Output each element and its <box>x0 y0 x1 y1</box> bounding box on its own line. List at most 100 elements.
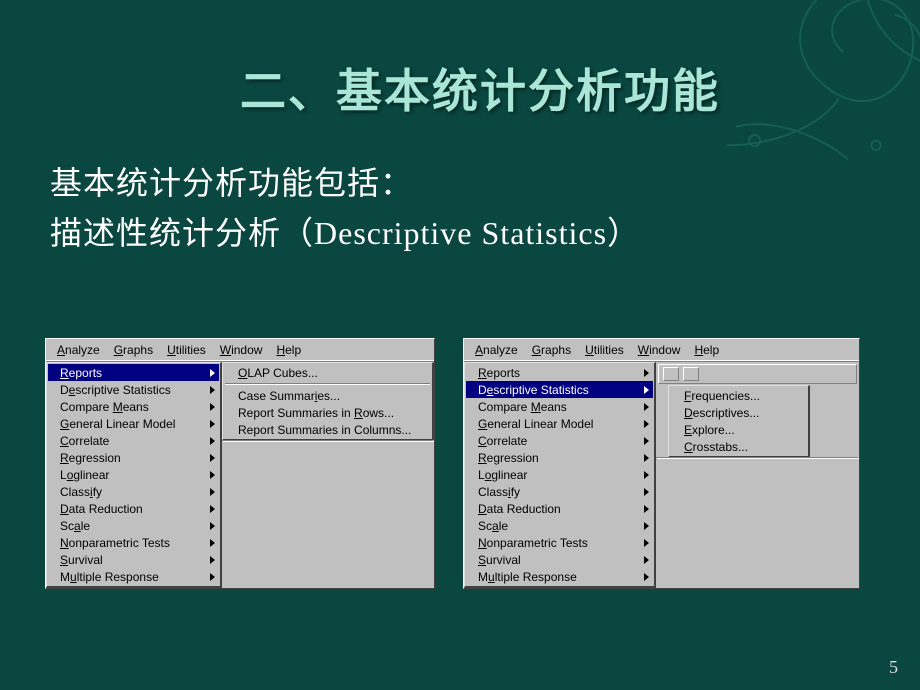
menu-item-survival[interactable]: Survival <box>48 551 219 568</box>
reports-submenu: OLAP Cubes...Case Summaries...Report Sum… <box>222 362 434 441</box>
menu-item-classify[interactable]: Classify <box>466 483 653 500</box>
menu-item-general-linear-model[interactable]: General Linear Model <box>466 415 653 432</box>
menu-item-general-linear-model[interactable]: General Linear Model <box>48 415 219 432</box>
submenu-item-descriptives[interactable]: Descriptives... <box>670 404 807 421</box>
submenu-arrow-icon <box>644 369 649 377</box>
menu-item-regression[interactable]: Regression <box>466 449 653 466</box>
submenu-item-explore[interactable]: Explore... <box>670 421 807 438</box>
submenu-arrow-icon <box>644 556 649 564</box>
submenu-item-label: Report Summaries in Columns... <box>238 423 411 437</box>
submenu-item-report-summaries-in-rows[interactable]: Report Summaries in Rows... <box>224 404 431 421</box>
submenu-item-label: Frequencies... <box>684 389 760 403</box>
submenu-arrow-icon <box>644 471 649 479</box>
menu-item-label: Descriptive Statistics <box>60 383 171 397</box>
menubar-item-graphs[interactable]: Graphs <box>525 341 578 359</box>
submenu-arrow-icon <box>644 522 649 530</box>
submenu-item-olap-cubes[interactable]: OLAP Cubes... <box>224 364 431 381</box>
slide-subtitle: 基本统计分析功能包括： 描述性统计分析（Descriptive Statisti… <box>50 159 860 258</box>
menu-item-label: Classify <box>478 485 520 499</box>
menu-item-label: Compare Means <box>60 400 149 414</box>
submenu-item-label: OLAP Cubes... <box>238 366 318 380</box>
menu-item-correlate[interactable]: Correlate <box>48 432 219 449</box>
submenu-arrow-icon <box>644 505 649 513</box>
menubar-item-help[interactable]: Help <box>687 341 726 359</box>
menu-item-data-reduction[interactable]: Data Reduction <box>466 500 653 517</box>
menu-item-loglinear[interactable]: Loglinear <box>48 466 219 483</box>
menu-item-label: Descriptive Statistics <box>478 383 589 397</box>
menubar-item-analyze[interactable]: Analyze <box>468 341 525 359</box>
menu-item-classify[interactable]: Classify <box>48 483 219 500</box>
menu-item-label: Scale <box>478 519 508 533</box>
slide-title: 二、基本统计分析功能 <box>100 55 860 121</box>
menu-item-label: General Linear Model <box>60 417 175 431</box>
menubar-item-analyze[interactable]: Analyze <box>50 341 107 359</box>
submenu-arrow-icon <box>644 386 649 394</box>
menu-item-nonparametric-tests[interactable]: Nonparametric Tests <box>48 534 219 551</box>
left-blank-area <box>222 440 434 442</box>
right-menubar: AnalyzeGraphsUtilitiesWindowHelp <box>464 339 859 362</box>
menu-item-loglinear[interactable]: Loglinear <box>466 466 653 483</box>
menubar-item-utilities[interactable]: Utilities <box>160 341 213 359</box>
menubar-item-help[interactable]: Help <box>269 341 308 359</box>
menubar-item-window[interactable]: Window <box>631 341 688 359</box>
page-number: 5 <box>889 657 898 678</box>
menu-item-label: Regression <box>60 451 121 465</box>
submenu-arrow-icon <box>210 471 215 479</box>
submenu-arrow-icon <box>210 386 215 394</box>
submenu-item-case-summaries[interactable]: Case Summaries... <box>224 387 431 404</box>
menu-item-scale[interactable]: Scale <box>466 517 653 534</box>
menubar-item-utilities[interactable]: Utilities <box>578 341 631 359</box>
screenshots-row: AnalyzeGraphsUtilitiesWindowHelp Reports… <box>45 338 860 589</box>
toolbar-button-icon[interactable] <box>663 367 679 381</box>
right-blank-area <box>656 457 859 459</box>
analyze-dropdown-right: Reports Descriptive Statistics Compare Mea… <box>464 362 656 588</box>
left-screenshot: AnalyzeGraphsUtilitiesWindowHelp Reports… <box>45 338 435 589</box>
submenu-arrow-icon <box>210 505 215 513</box>
menu-item-label: Multiple Response <box>478 570 577 584</box>
submenu-arrow-icon <box>644 454 649 462</box>
menu-item-survival[interactable]: Survival <box>466 551 653 568</box>
submenu-item-label: Descriptives... <box>684 406 759 420</box>
menubar-item-window[interactable]: Window <box>213 341 270 359</box>
left-menubar: AnalyzeGraphsUtilitiesWindowHelp <box>46 339 434 362</box>
toolbar-button-icon[interactable] <box>683 367 699 381</box>
submenu-arrow-icon <box>210 420 215 428</box>
menu-item-label: Regression <box>478 451 539 465</box>
analyze-dropdown-left: Reports Descriptive Statistics Compare Mea… <box>46 362 222 588</box>
menu-item-descriptive-statistics[interactable]: Descriptive Statistics <box>48 381 219 398</box>
menu-item-label: Reports <box>478 366 520 380</box>
submenu-arrow-icon <box>210 437 215 445</box>
submenu-arrow-icon <box>644 420 649 428</box>
menu-item-reports[interactable]: Reports <box>48 364 219 381</box>
submenu-item-report-summaries-in-columns[interactable]: Report Summaries in Columns... <box>224 421 431 438</box>
menu-item-label: Correlate <box>60 434 109 448</box>
menu-item-compare-means[interactable]: Compare Means <box>466 398 653 415</box>
submenu-item-frequencies[interactable]: Frequencies... <box>670 387 807 404</box>
subtitle-line1: 基本统计分析功能包括： <box>50 165 413 201</box>
menu-item-label: Classify <box>60 485 102 499</box>
menu-item-compare-means[interactable]: Compare Means <box>48 398 219 415</box>
submenu-item-label: Explore... <box>684 423 735 437</box>
menu-item-label: Data Reduction <box>478 502 561 516</box>
descriptives-submenu: Frequencies... Descriptives... Explore...C… <box>668 385 810 458</box>
menu-item-label: General Linear Model <box>478 417 593 431</box>
menu-item-reports[interactable]: Reports <box>466 364 653 381</box>
menu-item-correlate[interactable]: Correlate <box>466 432 653 449</box>
menu-item-label: Nonparametric Tests <box>478 536 588 550</box>
menu-separator <box>225 383 430 385</box>
menu-item-regression[interactable]: Regression <box>48 449 219 466</box>
menu-item-label: Compare Means <box>478 400 567 414</box>
menu-item-multiple-response[interactable]: Multiple Response <box>466 568 653 585</box>
menu-item-descriptive-statistics[interactable]: Descriptive Statistics <box>466 381 653 398</box>
menu-item-nonparametric-tests[interactable]: Nonparametric Tests <box>466 534 653 551</box>
menu-item-multiple-response[interactable]: Multiple Response <box>48 568 219 585</box>
menu-item-scale[interactable]: Scale <box>48 517 219 534</box>
right-screenshot: AnalyzeGraphsUtilitiesWindowHelp Reports… <box>463 338 860 589</box>
submenu-arrow-icon <box>210 403 215 411</box>
submenu-arrow-icon <box>644 403 649 411</box>
subtitle-line2: 描述性统计分析（Descriptive Statistics） <box>50 215 640 251</box>
menubar-item-graphs[interactable]: Graphs <box>107 341 160 359</box>
submenu-arrow-icon <box>210 573 215 581</box>
menu-item-data-reduction[interactable]: Data Reduction <box>48 500 219 517</box>
submenu-item-crosstabs[interactable]: Crosstabs... <box>670 438 807 455</box>
